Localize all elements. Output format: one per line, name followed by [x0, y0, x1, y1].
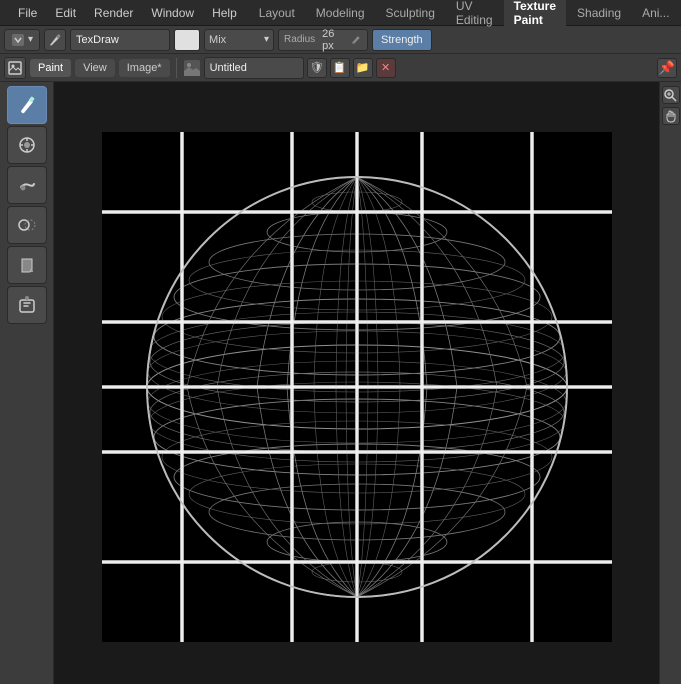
menu-file[interactable]: File [10, 4, 45, 22]
image-thumbnail-icon [183, 59, 201, 77]
mode-icon [11, 33, 25, 47]
tab-paint[interactable]: Paint [30, 59, 71, 77]
image-copy-btn[interactable]: 📋 [330, 58, 350, 78]
tool-smear[interactable] [7, 166, 47, 204]
hand-icon [664, 110, 677, 123]
image-name-display: Untitled [204, 57, 304, 79]
sphere-wireframe [102, 132, 612, 642]
left-tool-panel [0, 82, 54, 684]
tab-sculpting[interactable]: Sculpting [376, 3, 445, 23]
blend-mode-dropdown[interactable]: Mix ▾ [204, 29, 274, 51]
tab-layout[interactable]: Layout [249, 3, 305, 23]
image-protect-btn[interactable]: 🛡 [307, 58, 327, 78]
editor-type-btn[interactable] [4, 57, 26, 79]
right-panel [659, 82, 681, 684]
brush-icon [47, 32, 63, 48]
radius-field[interactable]: Radius 26 px [278, 29, 368, 51]
smear-tool-icon [17, 175, 37, 195]
tab-modeling[interactable]: Modeling [306, 3, 375, 23]
image-name-area: Untitled 🛡 📋 📁 ✕ [183, 57, 653, 79]
tool-draw[interactable] [7, 86, 47, 124]
workspace-tabs: Layout Modeling Sculpting UV Editing Tex… [249, 0, 680, 30]
zoom-tool-btn[interactable] [662, 86, 680, 104]
image-editor-header: Paint View Image* Untitled 🛡 📋 📁 ✕ 📌 [0, 54, 681, 82]
tab-uv-editing[interactable]: UV Editing [446, 0, 503, 30]
tab-animation[interactable]: Ani... [632, 3, 679, 23]
draw-tool-icon [17, 95, 37, 115]
tab-image[interactable]: Image* [119, 59, 170, 77]
menu-window[interactable]: Window [143, 4, 202, 22]
zoom-icon [664, 89, 677, 102]
soften-tool-icon [17, 135, 37, 155]
tool-mask[interactable] [7, 286, 47, 324]
menu-render[interactable]: Render [86, 4, 141, 22]
image-editor-icon [7, 60, 23, 76]
tab-view[interactable]: View [75, 59, 115, 77]
menu-edit[interactable]: Edit [47, 4, 84, 22]
tool-fill[interactable] [7, 246, 47, 284]
fill-tool-icon [17, 255, 37, 275]
pin-button[interactable]: 📌 [657, 58, 677, 78]
tool-clone[interactable] [7, 206, 47, 244]
strength-button[interactable]: Strength [372, 29, 432, 51]
tab-shading[interactable]: Shading [567, 3, 631, 23]
brush-name-input[interactable] [70, 29, 170, 51]
edit-radius-icon [351, 34, 362, 45]
main-area [0, 82, 681, 684]
viewport[interactable] [54, 82, 659, 684]
divider [176, 58, 177, 78]
menu-bar: File Edit Render Window Help Layout Mode… [0, 0, 681, 26]
tab-texture-paint[interactable]: Texture Paint [504, 0, 566, 30]
dropdown-arrow-icon: ▾ [264, 34, 269, 45]
pan-tool-btn[interactable] [662, 107, 680, 125]
toolbar: ▾ Mix ▾ Radius 26 px Strength [0, 26, 681, 54]
image-close-btn[interactable]: ✕ [376, 58, 396, 78]
menu-help[interactable]: Help [204, 4, 245, 22]
clone-tool-icon [17, 215, 37, 235]
viewport-canvas [54, 90, 659, 684]
mask-tool-icon [17, 295, 37, 315]
tool-soften[interactable] [7, 126, 47, 164]
color-swatch[interactable] [174, 29, 200, 51]
mode-selector[interactable]: ▾ [4, 29, 40, 51]
image-open-btn[interactable]: 📁 [353, 58, 373, 78]
brush-type-btn[interactable] [44, 29, 66, 51]
